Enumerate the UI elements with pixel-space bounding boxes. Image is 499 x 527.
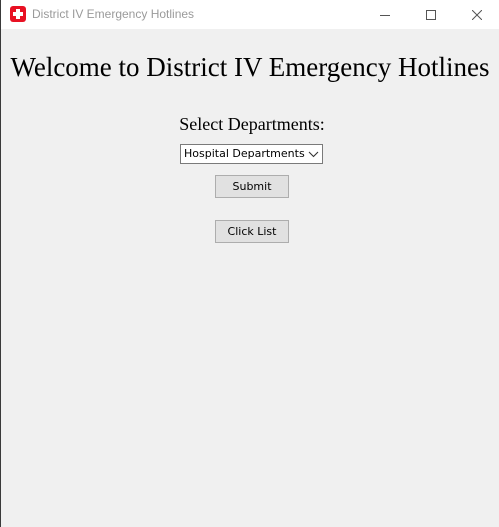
chevron-down-icon <box>308 151 319 158</box>
page-title: Welcome to District IV Emergency Hotline… <box>10 52 490 82</box>
maximize-icon <box>426 9 436 20</box>
close-button[interactable] <box>454 0 499 29</box>
app-window: District IV Emergency Hotlines Welcome t… <box>0 0 499 527</box>
submit-button[interactable]: Submit <box>215 175 289 198</box>
minimize-button[interactable] <box>362 0 408 29</box>
maximize-button[interactable] <box>408 0 454 29</box>
window-title: District IV Emergency Hotlines <box>32 7 195 21</box>
click-list-button[interactable]: Click List <box>215 220 289 243</box>
minimize-icon <box>380 14 390 16</box>
select-departments-label: Select Departments: <box>179 114 325 134</box>
title-bar[interactable]: District IV Emergency Hotlines <box>1 0 499 29</box>
close-icon <box>472 9 482 20</box>
department-dropdown[interactable]: Hospital Departments <box>180 144 323 164</box>
main-content: Welcome to District IV Emergency Hotline… <box>1 29 499 527</box>
red-cross-icon <box>10 6 26 22</box>
department-dropdown-value: Hospital Departments <box>184 147 305 160</box>
